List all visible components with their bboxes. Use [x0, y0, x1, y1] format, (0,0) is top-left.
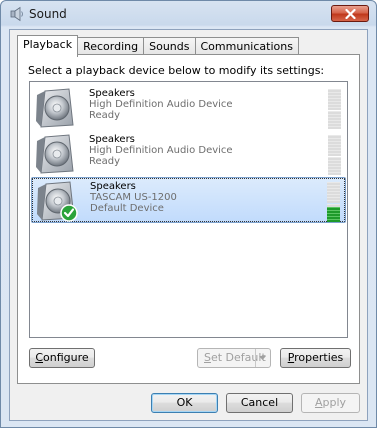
green-check-icon: [60, 204, 78, 222]
device-list[interactable]: Speakers High Definition Audio Device Re…: [29, 81, 348, 338]
device-status: Default Device: [90, 203, 164, 214]
ok-button[interactable]: OK: [151, 393, 218, 413]
tab-strip: Playback Recording Sounds Communications: [17, 35, 299, 57]
configure-label: onfigure: [43, 351, 89, 364]
list-item[interactable]: Speakers High Definition Audio Device Re…: [31, 131, 346, 177]
device-status: Ready: [89, 156, 121, 167]
volume-meter: [328, 89, 341, 129]
speaker-icon: [36, 180, 78, 222]
device-name: Speakers: [90, 181, 136, 192]
set-default-accel: S: [204, 351, 211, 364]
device-description: High Definition Audio Device: [89, 145, 233, 156]
apply-label: pply: [322, 396, 347, 409]
device-name: Speakers: [89, 88, 135, 99]
apply-accel: A: [314, 396, 323, 409]
cancel-button[interactable]: Cancel: [226, 393, 293, 413]
device-name: Speakers: [89, 134, 135, 145]
device-text: Speakers TASCAM US-1200 Default Device: [90, 181, 177, 214]
volume-meter: [328, 135, 341, 175]
close-icon: [345, 9, 356, 19]
speaker-icon: [35, 87, 77, 129]
title-bar[interactable]: Sound: [1, 1, 376, 27]
list-item-selected[interactable]: Speakers TASCAM US-1200 Default Device: [31, 177, 346, 223]
chevron-down-icon[interactable]: [255, 349, 270, 367]
playback-panel: Select a playback device below to modify…: [17, 54, 360, 384]
set-default-button[interactable]: Set Default: [197, 348, 271, 368]
configure-accel: C: [35, 351, 44, 364]
list-item[interactable]: Speakers High Definition Audio Device Re…: [31, 85, 346, 131]
apply-button[interactable]: Apply: [301, 393, 360, 413]
close-button[interactable]: [331, 5, 369, 22]
volume-meter: [327, 182, 340, 222]
configure-button[interactable]: Configure: [29, 348, 95, 368]
device-description: High Definition Audio Device: [89, 99, 233, 110]
device-description: TASCAM US-1200: [90, 192, 177, 203]
device-text: Speakers High Definition Audio Device Re…: [89, 134, 233, 167]
tab-playback[interactable]: Playback: [17, 35, 79, 57]
dialog-client-area: Playback Recording Sounds Communications…: [9, 29, 368, 421]
window-title: Sound: [29, 7, 67, 21]
speaker-icon: [9, 6, 25, 22]
properties-label: roperties: [294, 351, 344, 364]
instruction-text: Select a playback device below to modify…: [28, 64, 325, 77]
speaker-icon: [35, 133, 77, 175]
device-status: Ready: [89, 110, 121, 121]
device-text: Speakers High Definition Audio Device Re…: [89, 88, 233, 121]
properties-button[interactable]: Properties: [280, 348, 351, 368]
sound-dialog: Sound Playback Recording Sounds Communic…: [0, 0, 377, 428]
